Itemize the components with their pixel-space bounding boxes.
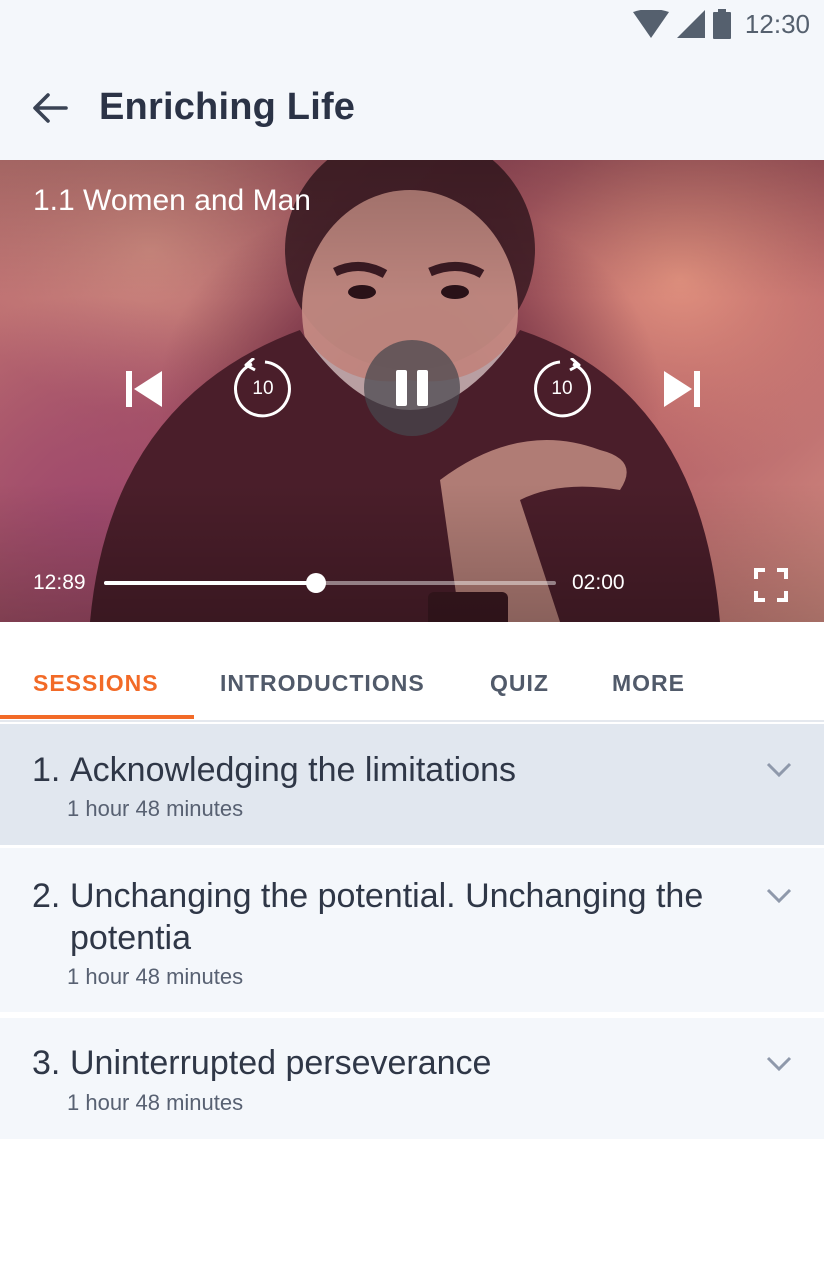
status-icons: 12:30 <box>632 8 810 40</box>
wifi-icon <box>632 10 669 38</box>
battery-icon <box>712 9 731 39</box>
session-title: 3. Uninterrupted perseverance <box>32 1042 710 1084</box>
session-duration: 1 hour 48 minutes <box>67 796 244 821</box>
tab-introductions[interactable]: INTRODUCTIONS <box>220 670 425 697</box>
skip-next-button[interactable] <box>658 364 708 414</box>
session-item-1[interactable]: 1. Acknowledging the limitations 1 hour 4… <box>0 724 824 845</box>
video-player[interactable]: 1.1 Women and Man 10 10 12:89 02:00 <box>0 160 824 622</box>
forward-10-button[interactable]: 10 <box>531 358 593 420</box>
seek-bar[interactable] <box>104 573 556 593</box>
status-bar: 12:30 <box>0 0 824 48</box>
session-duration: 1 hour 48 minutes <box>67 964 244 989</box>
back-button[interactable] <box>28 86 72 130</box>
session-title: 2. Unchanging the potential. Unchanging t… <box>32 875 710 959</box>
tab-sessions[interactable]: SESSIONS <box>33 670 159 697</box>
rewind-seconds-label: 10 <box>252 378 274 399</box>
forward-seconds-label: 10 <box>551 378 573 399</box>
duration-time: 02:00 <box>572 571 625 594</box>
status-time: 12:30 <box>744 8 810 39</box>
chevron-down-icon[interactable] <box>766 762 792 778</box>
tab-bar: SESSIONS INTRODUCTIONS QUIZ MORE <box>0 622 824 722</box>
session-duration: 1 hour 48 minutes <box>67 1090 244 1115</box>
pause-icon <box>396 370 428 406</box>
tab-quiz[interactable]: QUIZ <box>490 670 549 697</box>
fullscreen-button[interactable] <box>752 566 790 604</box>
arrow-left-icon <box>33 93 68 123</box>
session-name: Unchanging the potential. Unchanging the… <box>70 877 704 957</box>
app-header: Enriching Life <box>0 48 824 160</box>
skip-next-icon <box>664 371 700 407</box>
session-title: 1. Acknowledging the limitations <box>32 749 710 791</box>
session-name: Acknowledging the limitations <box>70 751 517 789</box>
session-number: 2. <box>32 877 61 915</box>
chevron-down-icon[interactable] <box>766 1056 792 1072</box>
session-number: 1. <box>32 751 61 789</box>
page-title: Enriching Life <box>99 86 356 128</box>
fullscreen-icon <box>754 568 788 602</box>
pause-button[interactable] <box>364 340 460 436</box>
now-playing-title: 1.1 Women and Man <box>33 184 311 217</box>
active-tab-indicator <box>0 715 194 719</box>
rewind-10-button[interactable]: 10 <box>232 358 294 420</box>
skip-previous-button[interactable] <box>118 364 168 414</box>
skip-previous-icon <box>126 371 162 407</box>
session-number: 3. <box>32 1044 61 1082</box>
session-item-3[interactable]: 3. Uninterrupted perseverance 1 hour 48 m… <box>0 1018 824 1139</box>
session-name: Uninterrupted perseverance <box>70 1044 492 1082</box>
chevron-down-icon[interactable] <box>766 888 792 904</box>
session-item-2[interactable]: 2. Unchanging the potential. Unchanging t… <box>0 848 824 1012</box>
seek-bar-progress <box>104 581 317 585</box>
cell-signal-icon <box>676 10 705 38</box>
tab-more[interactable]: MORE <box>612 670 685 697</box>
elapsed-time: 12:89 <box>33 571 86 594</box>
